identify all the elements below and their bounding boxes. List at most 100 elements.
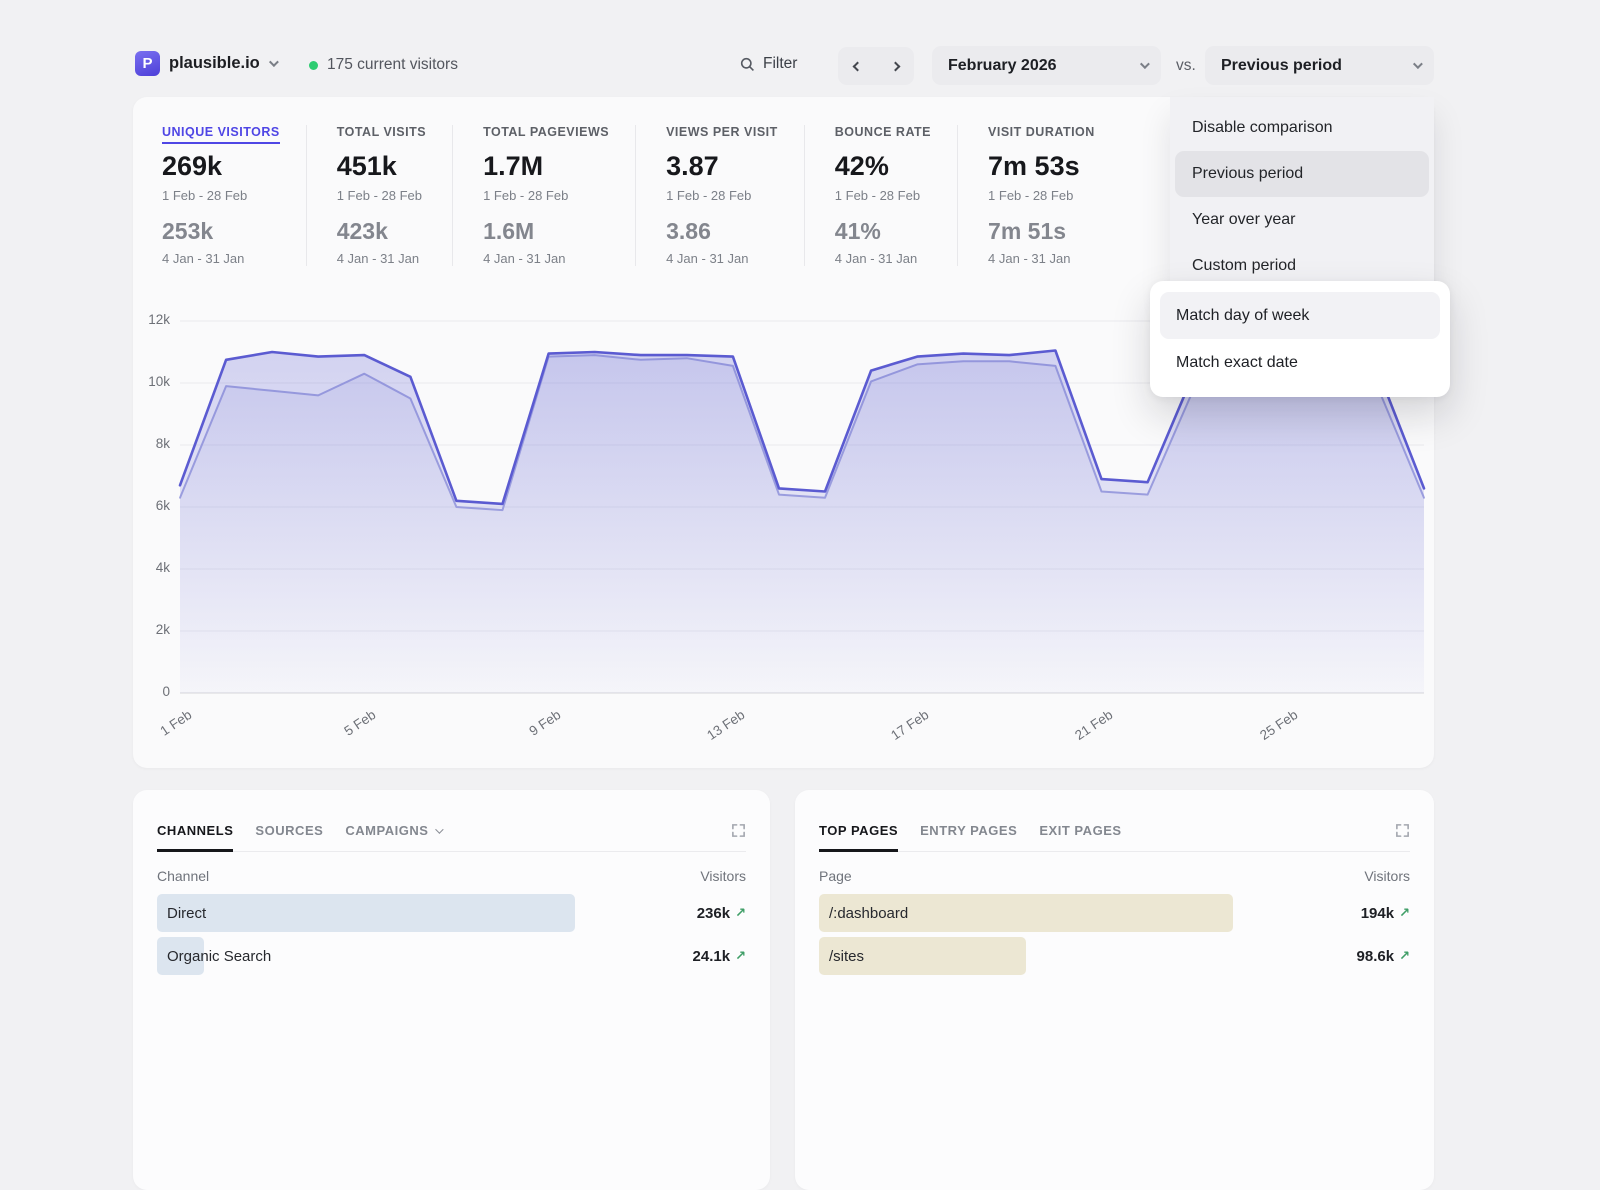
metric-previous-period: 4 Jan - 31 Jan: [988, 251, 1095, 266]
tab-sources[interactable]: SOURCES: [255, 810, 323, 851]
metric-previous-period: 4 Jan - 31 Jan: [162, 251, 280, 266]
row-name: /:dashboard: [819, 905, 908, 922]
chevron-down-icon: [269, 57, 279, 67]
x-axis-tick: 5 Feb: [327, 707, 378, 749]
metrics-row: UNIQUE VISITORS269k1 Feb - 28 Feb253k4 J…: [162, 125, 1121, 266]
previous-period-arrow-button[interactable]: [838, 47, 876, 85]
column-header: Visitors: [1364, 868, 1410, 884]
tab-exit-pages[interactable]: EXIT PAGES: [1039, 810, 1121, 851]
site-name: plausible.io: [169, 54, 260, 73]
x-axis: 1 Feb5 Feb9 Feb13 Feb17 Feb21 Feb25 Feb: [180, 693, 1424, 763]
tab-campaigns[interactable]: CAMPAIGNS: [345, 810, 440, 851]
tab-channels[interactable]: CHANNELS: [157, 810, 233, 851]
comparison-value: Previous period: [1221, 57, 1342, 75]
metric-label: BOUNCE RATE: [835, 125, 931, 139]
date-range-value: February 2026: [948, 57, 1057, 75]
metric-value: 1.7M: [483, 151, 609, 182]
submenu-item-match-day-of-week[interactable]: Match day of week: [1160, 292, 1440, 339]
tab-entry-pages[interactable]: ENTRY PAGES: [920, 810, 1017, 851]
metric-period: 1 Feb - 28 Feb: [483, 188, 609, 203]
row-visitors: 236k↗: [697, 905, 746, 922]
metric-value: 269k: [162, 151, 280, 182]
metric-label: VISIT DURATION: [988, 125, 1095, 139]
metric-value: 7m 53s: [988, 151, 1095, 182]
y-axis-tick: 0: [130, 684, 170, 699]
filter-label: Filter: [763, 55, 797, 73]
y-axis-tick: 6k: [130, 498, 170, 513]
row-name: Direct: [157, 905, 206, 922]
trend-up-icon: ↗: [1399, 948, 1410, 964]
table-row-dashboard[interactable]: /:dashboard 194k↗: [819, 894, 1410, 932]
metric-total-visits[interactable]: TOTAL VISITS451k1 Feb - 28 Feb423k4 Jan …: [307, 125, 453, 266]
fullscreen-icon: [731, 823, 746, 838]
next-period-arrow-button[interactable]: [876, 47, 914, 85]
expand-button[interactable]: [1395, 823, 1410, 838]
chevron-down-icon: [1413, 59, 1423, 69]
metric-total-pageviews[interactable]: TOTAL PAGEVIEWS1.7M1 Feb - 28 Feb1.6M4 J…: [453, 125, 636, 266]
metric-label: UNIQUE VISITORS: [162, 125, 280, 139]
row-visitors: 194k↗: [1361, 905, 1410, 922]
channels-tabs: CHANNELS SOURCES CAMPAIGNS: [157, 810, 746, 852]
metric-previous-period: 4 Jan - 31 Jan: [666, 251, 778, 266]
x-axis-tick: 17 Feb: [880, 707, 931, 749]
row-visitors: 98.6k↗: [1357, 948, 1410, 965]
column-header: Page: [819, 868, 852, 884]
menu-item-disable-comparison[interactable]: Disable comparison: [1175, 105, 1429, 151]
site-picker[interactable]: P plausible.io: [135, 51, 276, 76]
tab-label: SOURCES: [255, 823, 323, 838]
current-visitors: 175 current visitors: [309, 56, 458, 74]
current-visitors-label: 175 current visitors: [327, 56, 458, 74]
top-bar: P plausible.io 175 current visitors Filt…: [133, 0, 1434, 97]
channels-panel: CHANNELSSOURCESCAMPAIGNS ChannelVisitors…: [133, 790, 770, 1190]
metric-value: 3.87: [666, 151, 778, 182]
y-axis-tick: 10k: [130, 374, 170, 389]
y-axis-tick: 12k: [130, 312, 170, 327]
metric-visit-duration[interactable]: VISIT DURATION 7m 53s 1 Feb - 28 Feb 7m 51s…: [958, 125, 1121, 266]
chevron-right-icon: [890, 61, 900, 71]
metric-previous-period: 4 Jan - 31 Jan: [483, 251, 609, 266]
search-icon: [740, 57, 755, 72]
metric-period: 1 Feb - 28 Feb: [988, 188, 1095, 203]
chevron-down-icon: [1140, 59, 1150, 69]
comparison-select[interactable]: Previous period: [1205, 46, 1434, 85]
tab-top-pages[interactable]: TOP PAGES: [819, 810, 898, 851]
table-body: /:dashboard 194k↗ /sites98.6k↗: [819, 894, 1410, 975]
x-axis-tick: 9 Feb: [511, 707, 562, 749]
date-range-select[interactable]: February 2026: [932, 46, 1161, 85]
trend-up-icon: ↗: [1399, 905, 1410, 921]
x-axis-tick: 25 Feb: [1249, 707, 1300, 749]
table-row-direct[interactable]: Direct 236k↗: [157, 894, 746, 932]
metric-label: TOTAL VISITS: [337, 125, 426, 139]
vs-label: vs.: [1176, 57, 1196, 75]
value-bar: [157, 894, 575, 932]
table-row-organic-search[interactable]: Organic Search24.1k↗: [157, 937, 746, 975]
metric-period: 1 Feb - 28 Feb: [337, 188, 426, 203]
metric-previous-period: 4 Jan - 31 Jan: [337, 251, 426, 266]
metric-value: 451k: [337, 151, 426, 182]
pages-panel: TOP PAGES ENTRY PAGES EXIT PAGES Page Visit…: [795, 790, 1434, 1190]
metric-bounce-rate[interactable]: BOUNCE RATE42%1 Feb - 28 Feb41%4 Jan - 3…: [805, 125, 958, 266]
y-axis-tick: 8k: [130, 436, 170, 451]
period-nav: [838, 47, 914, 85]
x-axis-tick: 1 Feb: [143, 707, 194, 749]
expand-button[interactable]: [731, 823, 746, 838]
metric-unique-visitors[interactable]: UNIQUE VISITORS269k1 Feb - 28 Feb253k4 J…: [162, 125, 307, 266]
column-header: Channel: [157, 868, 209, 884]
filter-button[interactable]: Filter: [740, 55, 797, 73]
trend-up-icon: ↗: [735, 905, 746, 921]
live-dot-icon: [309, 61, 318, 70]
tab-label: EXIT PAGES: [1039, 823, 1121, 838]
submenu-item-match-exact-date[interactable]: Match exact date: [1160, 339, 1440, 386]
y-axis-tick: 4k: [130, 560, 170, 575]
table-row-sites[interactable]: /sites98.6k↗: [819, 937, 1410, 975]
menu-item-year-over-year[interactable]: Year over year: [1175, 197, 1429, 243]
metric-previous-value: 3.86: [666, 218, 778, 245]
comparison-submenu: Match day of weekMatch exact date: [1150, 281, 1450, 397]
metric-previous-period: 4 Jan - 31 Jan: [835, 251, 931, 266]
metric-views-per-visit[interactable]: VIEWS PER VISIT3.871 Feb - 28 Feb3.864 J…: [636, 125, 805, 266]
metric-period: 1 Feb - 28 Feb: [666, 188, 778, 203]
metric-previous-value: 7m 51s: [988, 218, 1095, 245]
tab-label: CHANNELS: [157, 823, 233, 838]
menu-item-previous-period[interactable]: Previous period: [1175, 151, 1429, 197]
metric-period: 1 Feb - 28 Feb: [835, 188, 931, 203]
